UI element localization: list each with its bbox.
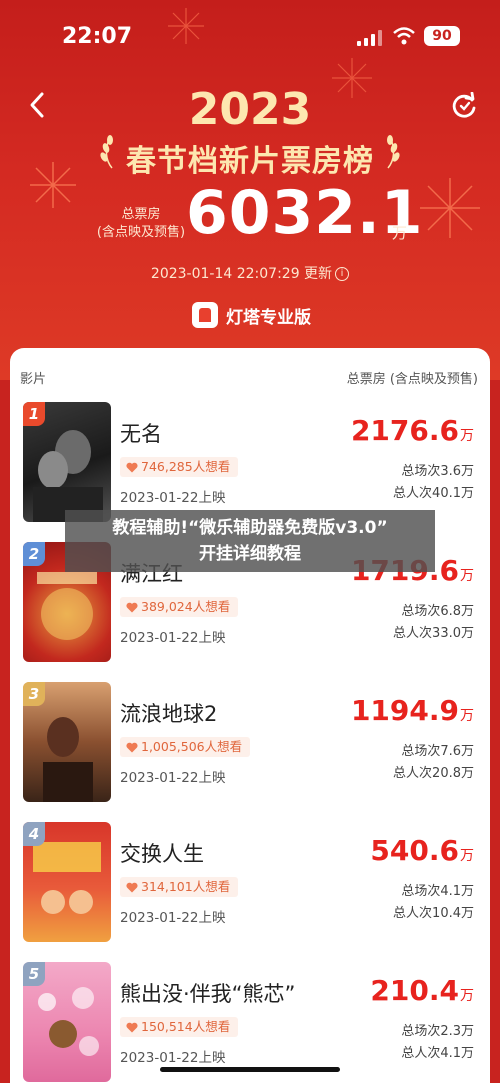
box-office-unit: 万 bbox=[460, 988, 474, 1004]
want-count: 150,514人想看 bbox=[141, 1019, 231, 1034]
release-date: 2023-01-22上映 bbox=[120, 770, 226, 786]
rank-badge: 4 bbox=[23, 822, 45, 846]
brand-logo-icon bbox=[192, 302, 218, 328]
year-title: 2023 bbox=[188, 84, 312, 135]
home-indicator[interactable] bbox=[160, 1067, 340, 1072]
ranking-card: 影片 总票房 (含点映及预售) 1 无名 746,285人想看 2023-01-… bbox=[10, 348, 490, 1083]
status-bar: 22:07 90 bbox=[0, 0, 500, 70]
box-office-number: 2176.6 bbox=[350, 414, 459, 447]
heart-icon bbox=[126, 1022, 138, 1032]
total-sessions: 总场次2.3万 bbox=[401, 1024, 474, 1039]
box-office-number: 210.4 bbox=[370, 974, 459, 1007]
movie-name: 无名 bbox=[120, 422, 162, 446]
movie-row[interactable]: 3 流浪地球2 1,005,506人想看 2023-01-22上映 1194.9… bbox=[10, 682, 490, 822]
box-office-number: 1194.9 bbox=[350, 694, 459, 727]
release-date: 2023-01-22上映 bbox=[120, 910, 226, 926]
movie-poster: 5 bbox=[23, 962, 111, 1082]
want-to-see-badge: 746,285人想看 bbox=[120, 457, 239, 477]
box-office-value: 2176.6万 bbox=[351, 414, 474, 447]
wheat-right-icon bbox=[387, 135, 400, 169]
rank-badge: 2 bbox=[23, 542, 45, 566]
column-header-box-office: 总票房 (含点映及预售) bbox=[346, 372, 478, 387]
total-box-unit: 万 bbox=[392, 224, 408, 242]
status-time: 22:07 bbox=[62, 24, 133, 49]
total-box-label: 总票房 (含点映及预售) bbox=[96, 206, 186, 242]
total-viewers: 总人次33.0万 bbox=[393, 626, 474, 641]
box-office-value: 210.4万 bbox=[370, 974, 474, 1007]
want-count: 1,005,506人想看 bbox=[141, 739, 243, 754]
total-viewers: 总人次20.8万 bbox=[393, 766, 474, 781]
info-icon[interactable]: i bbox=[335, 267, 350, 281]
box-office-unit: 万 bbox=[460, 848, 474, 864]
want-count: 746,285人想看 bbox=[141, 459, 231, 474]
column-header-film: 影片 bbox=[20, 372, 47, 387]
heart-icon bbox=[126, 602, 138, 612]
total-box-value: 6032.1 bbox=[186, 178, 424, 248]
overlay-line1: 教程辅助!“微乐辅助器免费版v3.0” bbox=[112, 518, 388, 538]
update-time-text: 2023-01-14 22:07:29 更新 bbox=[150, 266, 333, 282]
movie-name: 流浪地球2 bbox=[120, 702, 218, 726]
release-date: 2023-01-22上映 bbox=[120, 630, 226, 646]
release-date: 2023-01-22上映 bbox=[120, 490, 226, 506]
heart-icon bbox=[126, 742, 138, 752]
page-title: 春节档新片票房榜 bbox=[126, 144, 374, 179]
movie-poster: 4 bbox=[23, 822, 111, 942]
total-viewers: 总人次4.1万 bbox=[401, 1046, 474, 1061]
battery-icon: 90 bbox=[424, 26, 460, 46]
want-to-see-badge: 1,005,506人想看 bbox=[120, 737, 251, 757]
movie-row[interactable]: 4 交换人生 314,101人想看 2023-01-22上映 540.6万 总场… bbox=[10, 822, 490, 962]
movie-name: 熊出没·伴我“熊芯” bbox=[120, 982, 296, 1006]
overlay-line2: 开挂详细教程 bbox=[199, 544, 301, 564]
signal-icon bbox=[357, 30, 382, 46]
total-sessions: 总场次3.6万 bbox=[401, 464, 474, 479]
movie-name: 交换人生 bbox=[120, 842, 204, 866]
total-viewers: 总人次40.1万 bbox=[393, 486, 474, 501]
rank-badge: 3 bbox=[23, 682, 45, 706]
want-count: 314,101人想看 bbox=[141, 879, 231, 894]
heart-icon bbox=[126, 462, 138, 472]
want-to-see-badge: 150,514人想看 bbox=[120, 1017, 239, 1037]
overlay-caption: 教程辅助!“微乐辅助器免费版v3.0” 开挂详细教程 bbox=[65, 510, 435, 572]
box-office-unit: 万 bbox=[460, 708, 474, 724]
total-sessions: 总场次7.6万 bbox=[401, 744, 474, 759]
movie-poster: 1 bbox=[23, 402, 111, 522]
rank-badge: 5 bbox=[23, 962, 45, 986]
want-to-see-badge: 314,101人想看 bbox=[120, 877, 239, 897]
hero-banner: 22:07 90 2023 春节档新片票房榜 总票房 (含点映及预售) 6032… bbox=[0, 0, 500, 380]
total-label-line2: (含点映及预售) bbox=[96, 225, 186, 240]
brand: 灯塔专业版 bbox=[192, 300, 311, 330]
update-time: 2023-01-14 22:07:29 更新 i bbox=[0, 263, 500, 283]
total-sessions: 总场次4.1万 bbox=[401, 884, 474, 899]
wifi-icon bbox=[393, 27, 415, 45]
firework-right-icon bbox=[420, 178, 480, 238]
movie-row[interactable]: 5 熊出没·伴我“熊芯” 150,514人想看 2023-01-22上映 210… bbox=[10, 962, 490, 1083]
total-viewers: 总人次10.4万 bbox=[393, 906, 474, 921]
want-to-see-badge: 389,024人想看 bbox=[120, 597, 239, 617]
movie-poster: 3 bbox=[23, 682, 111, 802]
total-sessions: 总场次6.8万 bbox=[401, 604, 474, 619]
box-office-unit: 万 bbox=[460, 568, 474, 584]
rank-badge: 1 bbox=[23, 402, 45, 426]
want-count: 389,024人想看 bbox=[141, 599, 231, 614]
box-office-number: 540.6 bbox=[370, 834, 459, 867]
release-date: 2023-01-22上映 bbox=[120, 1050, 226, 1066]
total-label-line1: 总票房 bbox=[121, 207, 161, 222]
box-office-unit: 万 bbox=[460, 428, 474, 444]
heart-icon bbox=[126, 882, 138, 892]
brand-name: 灯塔专业版 bbox=[226, 307, 311, 328]
box-office-value: 540.6万 bbox=[370, 834, 474, 867]
box-office-value: 1194.9万 bbox=[351, 694, 474, 727]
